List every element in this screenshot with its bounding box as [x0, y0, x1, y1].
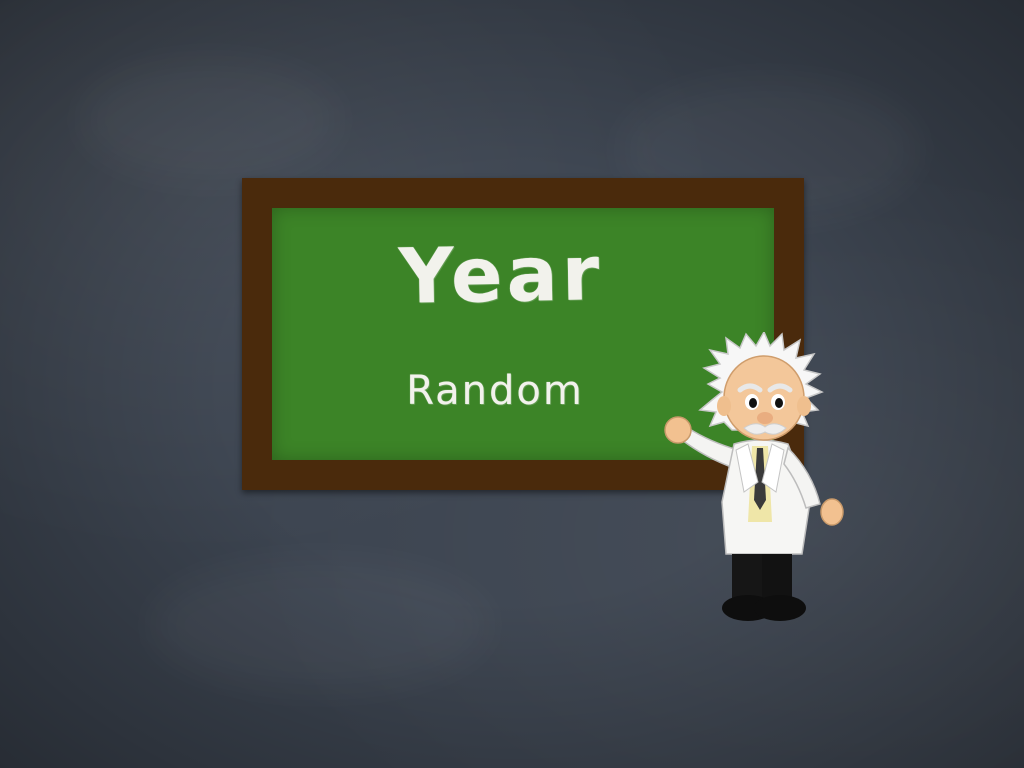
chalk-smudge	[80, 60, 340, 180]
board-title: Year	[398, 228, 604, 321]
professor-illustration-icon	[664, 332, 844, 621]
chalk-smudge	[150, 560, 490, 690]
